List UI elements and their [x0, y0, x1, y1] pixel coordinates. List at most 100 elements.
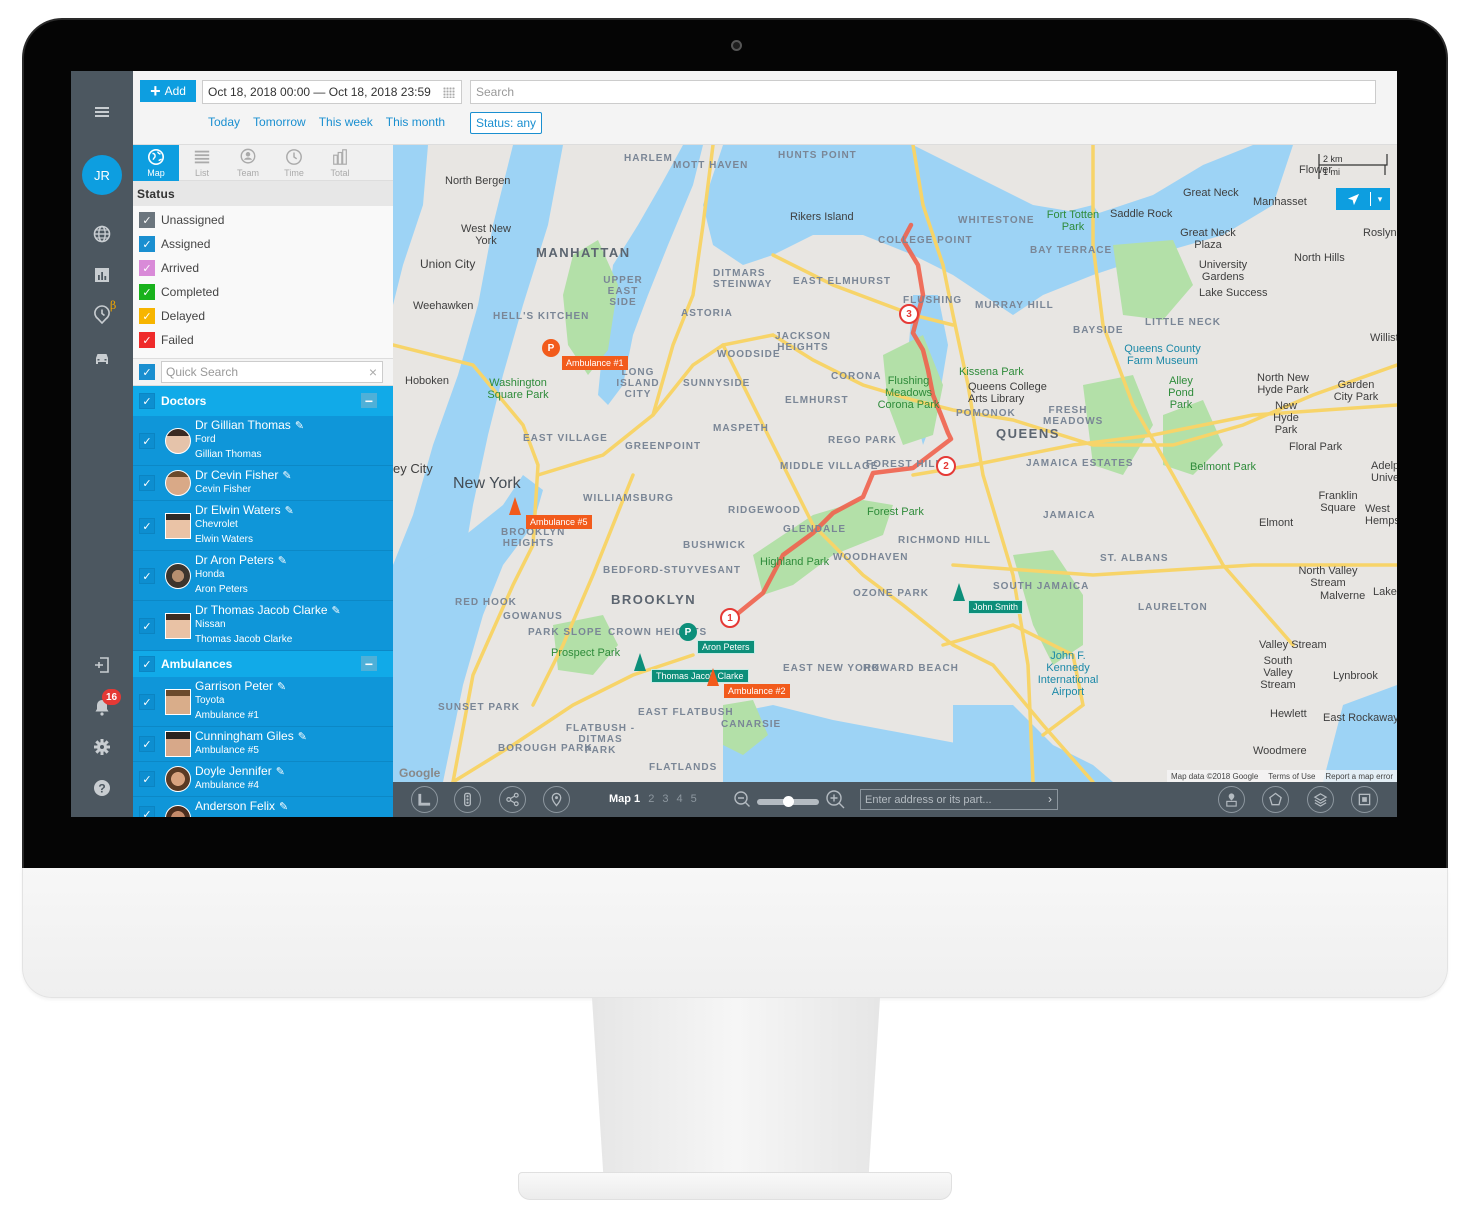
edit-icon[interactable]: ✎ [298, 731, 307, 743]
checkbox[interactable]: ✓ [139, 433, 155, 449]
tab-map[interactable]: Map [133, 145, 179, 181]
logout-icon[interactable] [71, 648, 133, 682]
user-avatar[interactable]: JR [82, 155, 122, 195]
terms-link[interactable]: Terms of Use [1268, 772, 1315, 781]
status-filter-button[interactable]: Status: any [470, 112, 543, 134]
edit-icon[interactable]: ✎ [285, 505, 294, 517]
marker-ambulance-2[interactable]: Ambulance #2 [724, 684, 790, 698]
checkbox[interactable]: ✓ [139, 806, 155, 817]
map-view[interactable]: HARLEM MOTT HAVEN HUNTS POINT North Berg… [393, 145, 1397, 782]
clock-pin-icon[interactable] [71, 297, 133, 331]
zoom-slider[interactable] [757, 795, 819, 807]
edit-icon[interactable]: ✎ [276, 766, 285, 778]
status-unassigned[interactable]: ✓ Unassigned [133, 208, 393, 232]
marker-ambulance-5[interactable]: Ambulance #5 [526, 515, 592, 529]
link-this-month[interactable]: This month [386, 115, 445, 129]
navigation-arrow-icon[interactable] [1336, 193, 1370, 206]
chart-icon[interactable] [71, 258, 133, 292]
vehicle-arrow-icon[interactable] [953, 583, 965, 601]
status-completed[interactable]: ✓ Completed [133, 280, 393, 304]
checkbox[interactable]: ✓ [139, 212, 155, 228]
checkbox[interactable]: ✓ [139, 694, 155, 710]
checkbox[interactable]: ✓ [139, 236, 155, 252]
quick-search-input[interactable]: Quick Search × [161, 361, 383, 383]
group-checkbox[interactable]: ✓ [139, 393, 155, 409]
edit-icon[interactable]: ✎ [279, 801, 288, 813]
clear-icon[interactable]: × [369, 364, 377, 380]
go-arrow-icon[interactable]: › [1048, 792, 1052, 806]
ambulance-arrow-icon[interactable] [509, 497, 521, 515]
link-this-week[interactable]: This week [319, 115, 373, 129]
status-assigned[interactable]: ✓ Assigned [133, 232, 393, 256]
menu-icon[interactable] [71, 95, 133, 129]
map-tab-3[interactable]: 3 [662, 793, 668, 805]
add-button[interactable]: + Add [140, 80, 196, 102]
tab-time[interactable]: Time [271, 145, 317, 181]
globe-icon[interactable] [71, 217, 133, 251]
fullscreen-icon[interactable] [1351, 786, 1378, 813]
group-checkbox[interactable]: ✓ [139, 656, 155, 672]
link-tomorrow[interactable]: Tomorrow [253, 115, 306, 129]
edit-icon[interactable]: ✎ [277, 681, 286, 693]
collapse-button[interactable]: − [361, 656, 377, 672]
select-all-checkbox[interactable]: ✓ [139, 364, 155, 380]
list-item[interactable]: ✓ Anderson Felix ✎ [133, 797, 393, 817]
chevron-down-icon[interactable]: ▾ [1371, 194, 1389, 205]
edit-icon[interactable]: ✎ [278, 555, 287, 567]
marker-thomas-jacob-clarke[interactable]: Thomas Jacob Clarke [651, 669, 749, 683]
checkbox[interactable]: ✓ [139, 308, 155, 324]
tab-total[interactable]: Total [317, 145, 363, 181]
list-item[interactable]: ✓ Dr Aron Peters ✎ Honda Aron Peters [133, 551, 393, 601]
list-item[interactable]: ✓ Doyle Jennifer ✎ Ambulance #4 [133, 762, 393, 797]
map-tab-1[interactable]: Map 1 [609, 793, 640, 805]
list-item[interactable]: ✓ Garrison Peter ✎ Toyota Ambulance #1 [133, 677, 393, 727]
group-header-ambulances[interactable]: ✓ Ambulances − [133, 651, 393, 677]
collapse-button[interactable]: − [361, 393, 377, 409]
map-tab-4[interactable]: 4 [676, 793, 682, 805]
parking-marker[interactable]: P [542, 339, 560, 357]
map-tab-2[interactable]: 2 [648, 793, 654, 805]
list-item[interactable]: ✓ Dr Elwin Waters ✎ Chevrolet Elwin Water… [133, 501, 393, 551]
route-stop-2[interactable]: 2 [936, 456, 956, 476]
route-stop-3[interactable]: 3 [899, 304, 919, 324]
tab-team[interactable]: Team [225, 145, 271, 181]
ambulance-arrow-icon[interactable] [707, 668, 719, 686]
map-tab-5[interactable]: 5 [691, 793, 697, 805]
report-error-link[interactable]: Report a map error [1325, 772, 1393, 781]
link-today[interactable]: Today [208, 115, 240, 129]
zoom-out-icon[interactable] [733, 790, 751, 813]
list-item[interactable]: ✓ Dr Thomas Jacob Clarke ✎ Nissan Thomas … [133, 601, 393, 651]
list-item[interactable]: ✓ Dr Cevin Fisher ✎ Cevin Fisher [133, 466, 393, 501]
calendar-icon[interactable] [443, 87, 455, 98]
help-icon[interactable]: ? [71, 771, 133, 805]
checkbox[interactable]: ✓ [139, 518, 155, 534]
ruler-icon[interactable] [411, 786, 438, 813]
vehicle-arrow-icon[interactable] [634, 653, 646, 671]
checkbox[interactable]: ✓ [139, 736, 155, 752]
zoom-slider-knob[interactable] [783, 795, 794, 807]
layers-icon[interactable] [1307, 786, 1334, 813]
edit-icon[interactable]: ✎ [282, 470, 291, 482]
edit-icon[interactable]: ✎ [332, 605, 341, 617]
marker-aron-peters[interactable]: Aron Peters [697, 640, 755, 654]
checkbox[interactable]: ✓ [139, 260, 155, 276]
marker-john-smith[interactable]: John Smith [968, 600, 1024, 614]
building-pin-icon[interactable] [1218, 786, 1245, 813]
edit-icon[interactable]: ✎ [295, 420, 304, 432]
marker-ambulance-1[interactable]: Ambulance #1 [562, 356, 628, 370]
locate-control[interactable]: ▾ [1336, 188, 1390, 210]
search-input[interactable]: Search [470, 80, 1376, 104]
list-item[interactable]: ✓ Cunningham Giles ✎ Ambulance #5 [133, 727, 393, 762]
polygon-icon[interactable] [1262, 786, 1289, 813]
address-search-input[interactable]: Enter address or its part... › [860, 789, 1058, 810]
status-arrived[interactable]: ✓ Arrived [133, 256, 393, 280]
parking-marker[interactable]: P [679, 623, 697, 641]
checkbox[interactable]: ✓ [139, 475, 155, 491]
checkbox[interactable]: ✓ [139, 568, 155, 584]
checkbox[interactable]: ✓ [139, 284, 155, 300]
checkbox[interactable]: ✓ [139, 771, 155, 787]
checkbox[interactable]: ✓ [139, 618, 155, 634]
group-header-doctors[interactable]: ✓ Doctors − [133, 386, 393, 416]
zoom-in-icon[interactable] [825, 789, 845, 814]
date-range-input[interactable]: Oct 18, 2018 00:00 — Oct 18, 2018 23:59 [202, 80, 462, 104]
